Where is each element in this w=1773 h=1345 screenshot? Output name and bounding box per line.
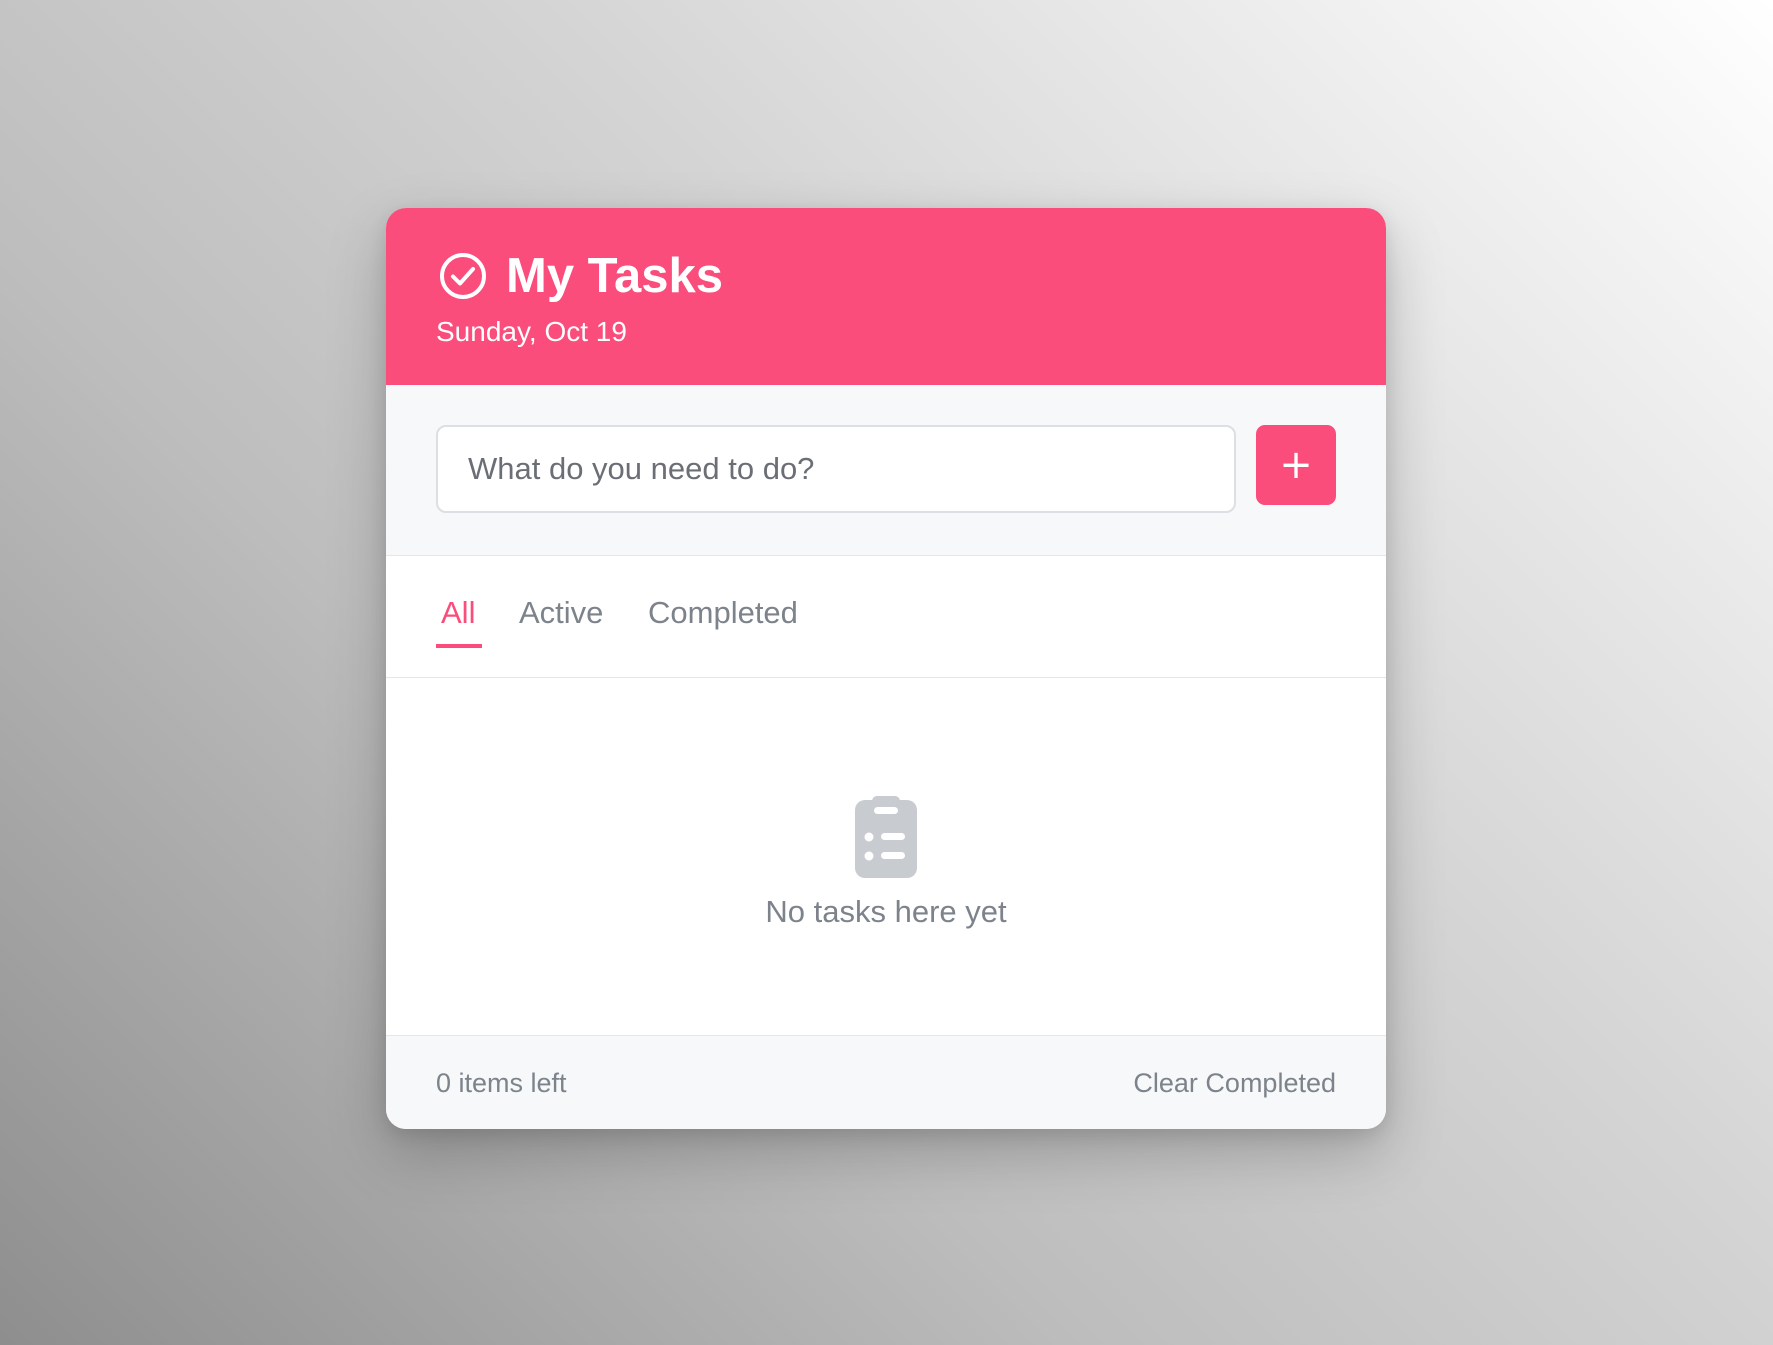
tab-all[interactable]: All: [436, 594, 483, 648]
clear-completed-button[interactable]: Clear Completed: [1133, 1066, 1336, 1100]
add-task-button[interactable]: +: [1256, 425, 1336, 505]
new-task-section: +: [386, 385, 1386, 556]
footer: 0 items left Clear Completed: [386, 1035, 1386, 1129]
empty-state: No tasks here yet: [386, 678, 1386, 1044]
page-title: My Tasks: [506, 249, 723, 303]
tab-completed[interactable]: Completed: [648, 594, 798, 644]
clipboard-list-icon: [855, 796, 917, 878]
items-left-count: 0 items left: [436, 1068, 567, 1098]
empty-message: No tasks here yet: [765, 894, 1007, 929]
tab-active[interactable]: Active: [519, 594, 603, 644]
filter-tabs: All Active Completed: [386, 556, 1386, 678]
title-row: My Tasks: [438, 248, 723, 304]
new-task-input[interactable]: [436, 425, 1236, 513]
header: My Tasks Sunday, Oct 19: [386, 208, 1386, 385]
todo-card: My Tasks Sunday, Oct 19 + All Active Com…: [386, 208, 1386, 1129]
check-circle-icon: [440, 253, 486, 299]
date-subtitle: Sunday, Oct 19: [436, 316, 627, 347]
